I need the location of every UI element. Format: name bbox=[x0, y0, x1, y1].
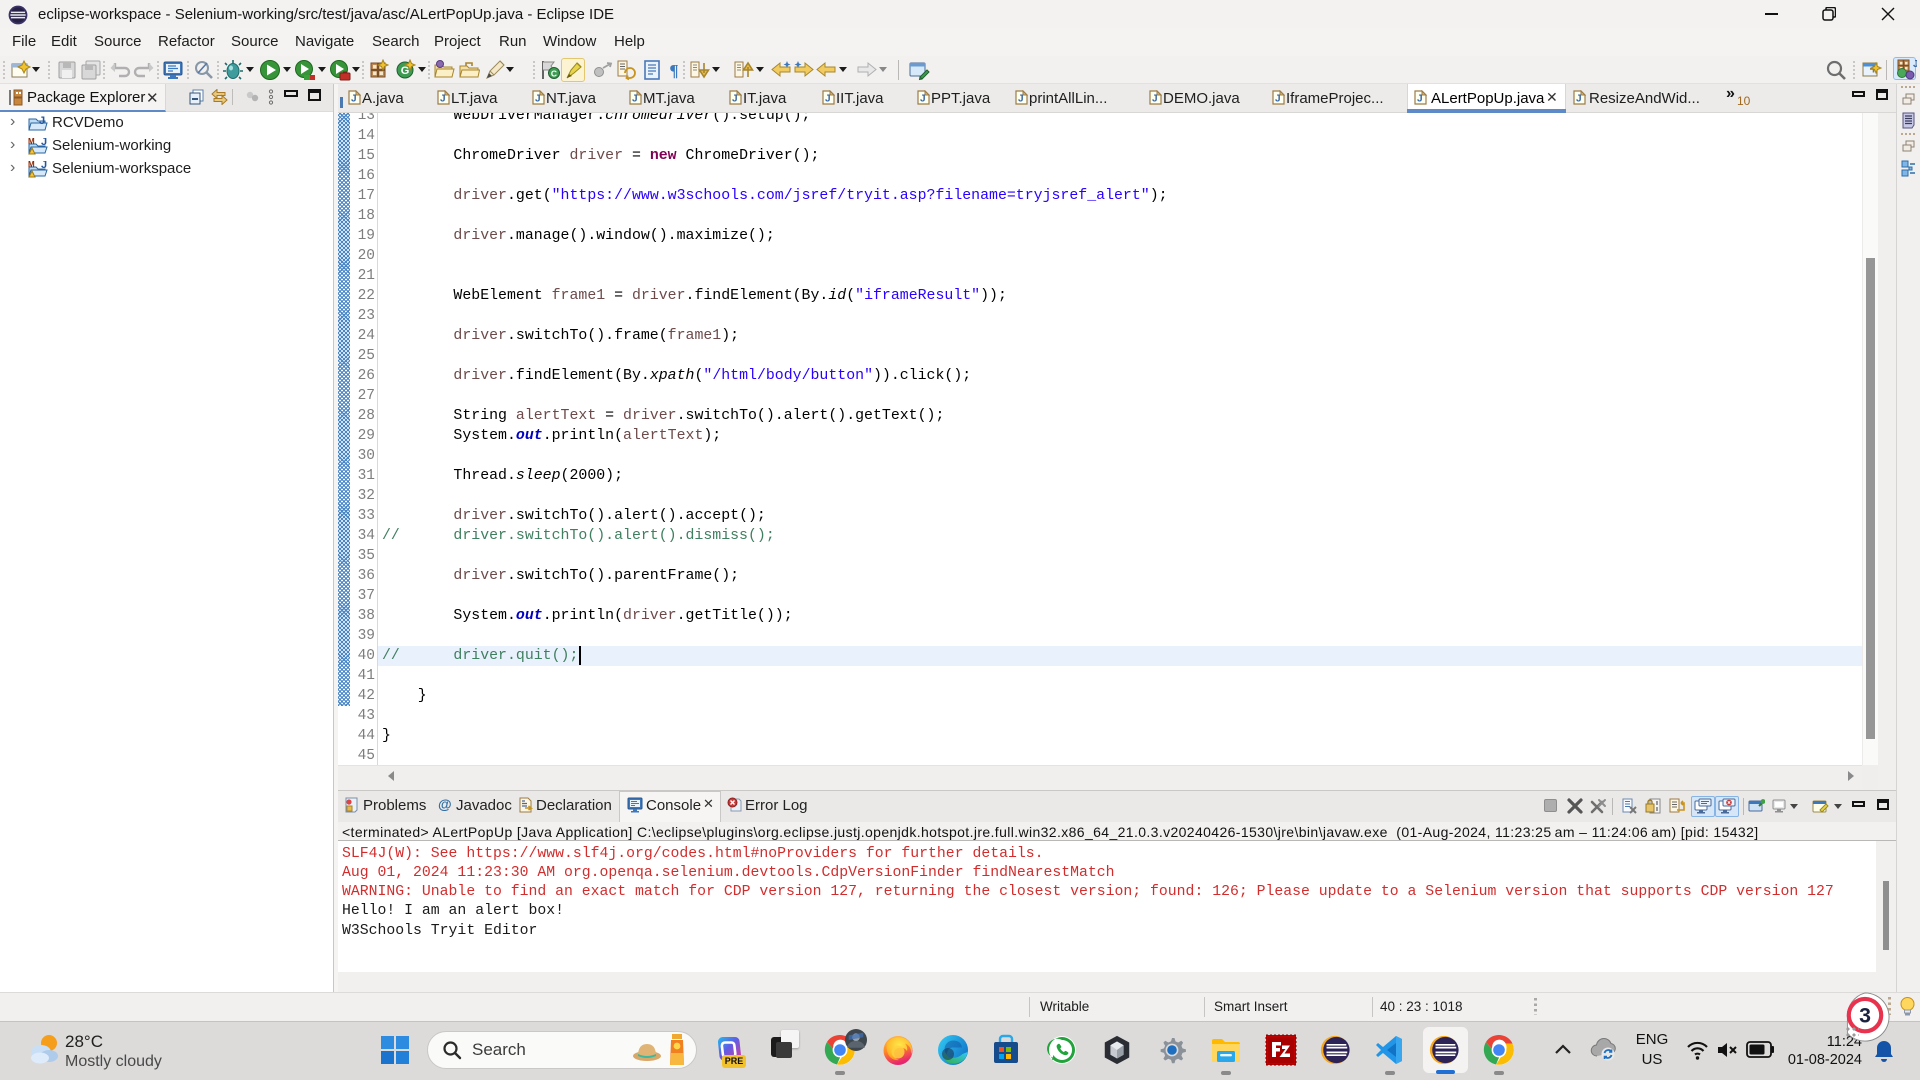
svg-text:J: J bbox=[39, 115, 45, 127]
svg-text:M: M bbox=[28, 138, 35, 146]
svg-text:M: M bbox=[28, 161, 35, 169]
svg-text:3: 3 bbox=[1859, 1004, 1871, 1028]
svg-text:J: J bbox=[1913, 59, 1917, 70]
svg-text:J: J bbox=[41, 161, 47, 171]
svg-text:C: C bbox=[551, 69, 557, 79]
svg-text:¶: ¶ bbox=[669, 61, 678, 80]
svg-text:J: J bbox=[41, 138, 47, 148]
